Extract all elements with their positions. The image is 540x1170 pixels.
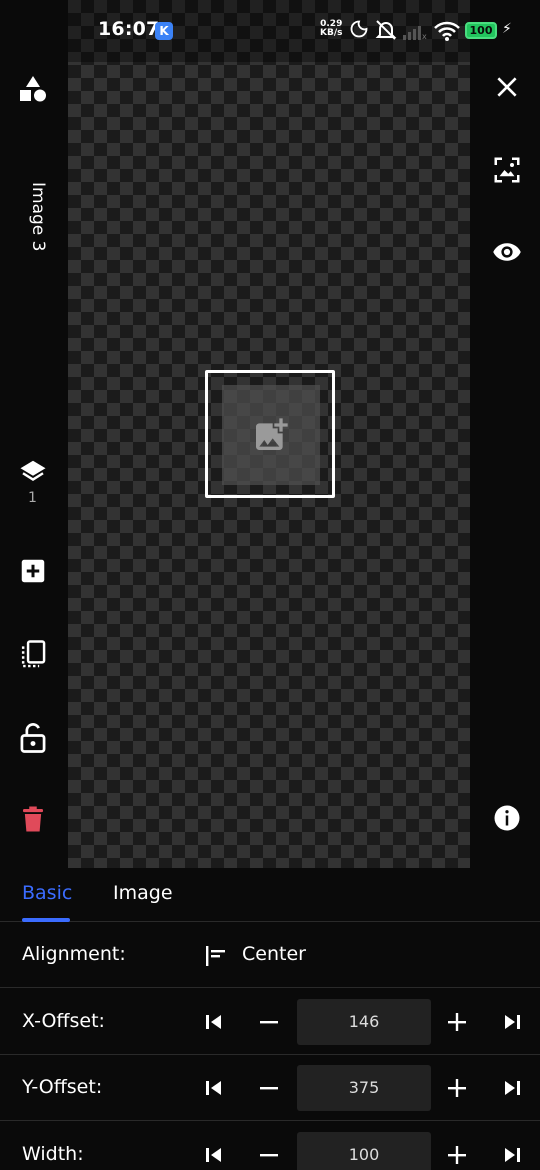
tab-image[interactable]: Image xyxy=(113,882,173,904)
layer-name: Image 3 xyxy=(28,182,48,252)
add-image-icon xyxy=(256,418,288,450)
x-offset-label: X-Offset: xyxy=(22,1010,105,1032)
svg-text:x: x xyxy=(422,32,427,40)
x-offset-min-button[interactable] xyxy=(199,1003,229,1041)
app-notification-icon: K xyxy=(155,22,173,40)
width-increment-button[interactable] xyxy=(442,1136,472,1170)
x-offset-decrement-button[interactable] xyxy=(254,1003,284,1041)
x-offset-input[interactable]: 146 xyxy=(297,999,431,1045)
width-decrement-button[interactable] xyxy=(254,1136,284,1170)
image-placeholder-layer[interactable] xyxy=(205,370,335,498)
alignment-row: Alignment: Center xyxy=(0,922,540,988)
plus-icon xyxy=(448,1079,466,1097)
y-offset-min-button[interactable] xyxy=(199,1069,229,1107)
y-offset-increment-button[interactable] xyxy=(442,1069,472,1107)
eye-icon[interactable] xyxy=(491,237,523,267)
x-offset-increment-button[interactable] xyxy=(442,1003,472,1041)
status-bar: 16:07 K 0.29 KB/s x 100 ⚡ xyxy=(0,0,540,62)
y-offset-row: Y-Offset: 375 xyxy=(0,1055,540,1121)
info-icon[interactable] xyxy=(492,803,522,833)
skip-end-icon xyxy=(505,1081,520,1095)
battery-indicator: 100 xyxy=(465,22,497,39)
skip-start-icon xyxy=(206,1081,221,1095)
width-label: Width: xyxy=(22,1143,84,1165)
unlock-icon[interactable] xyxy=(18,722,48,754)
plus-icon xyxy=(448,1146,466,1164)
y-offset-decrement-button[interactable] xyxy=(254,1069,284,1107)
add-icon[interactable] xyxy=(18,556,48,586)
y-offset-input[interactable]: 375 xyxy=(297,1065,431,1111)
charging-icon: ⚡ xyxy=(502,21,512,37)
layers-icon[interactable] xyxy=(18,457,48,487)
wifi-icon xyxy=(434,21,460,41)
skip-start-icon xyxy=(206,1015,221,1029)
y-offset-label: Y-Offset: xyxy=(22,1076,103,1098)
width-input[interactable]: 100 xyxy=(297,1132,431,1170)
minus-icon xyxy=(260,1021,278,1024)
skip-end-icon xyxy=(505,1148,520,1162)
y-offset-max-button[interactable] xyxy=(497,1069,527,1107)
x-offset-max-button[interactable] xyxy=(497,1003,527,1041)
close-icon[interactable] xyxy=(494,74,520,100)
width-max-button[interactable] xyxy=(497,1136,527,1170)
shapes-icon[interactable] xyxy=(18,74,48,104)
left-toolbar: Image 3 1 xyxy=(0,62,68,868)
minus-icon xyxy=(260,1087,278,1090)
mute-bell-icon xyxy=(375,20,397,40)
alignment-value[interactable]: Center xyxy=(242,943,306,965)
network-speed-unit: KB/s xyxy=(320,28,343,38)
placeholder-fill xyxy=(222,385,320,485)
layer-count: 1 xyxy=(28,490,37,506)
fit-image-icon[interactable] xyxy=(492,155,522,185)
minus-icon xyxy=(260,1154,278,1157)
property-tabs: Basic Image xyxy=(0,868,540,922)
width-min-button[interactable] xyxy=(199,1136,229,1170)
alignment-label: Alignment: xyxy=(22,943,126,965)
x-offset-row: X-Offset: 146 xyxy=(0,989,540,1055)
width-row: Width: 100 xyxy=(0,1122,540,1170)
duplicate-icon[interactable] xyxy=(18,639,48,671)
skip-end-icon xyxy=(505,1015,520,1029)
moon-icon xyxy=(350,20,368,38)
signal-icon: x xyxy=(403,26,427,40)
delete-icon[interactable] xyxy=(18,804,48,834)
align-center-icon[interactable] xyxy=(203,944,229,968)
status-time: 16:07 xyxy=(98,18,160,40)
network-speed: 0.29 KB/s xyxy=(320,20,342,38)
plus-icon xyxy=(448,1013,466,1031)
skip-start-icon xyxy=(206,1148,221,1162)
tab-basic[interactable]: Basic xyxy=(22,882,72,904)
